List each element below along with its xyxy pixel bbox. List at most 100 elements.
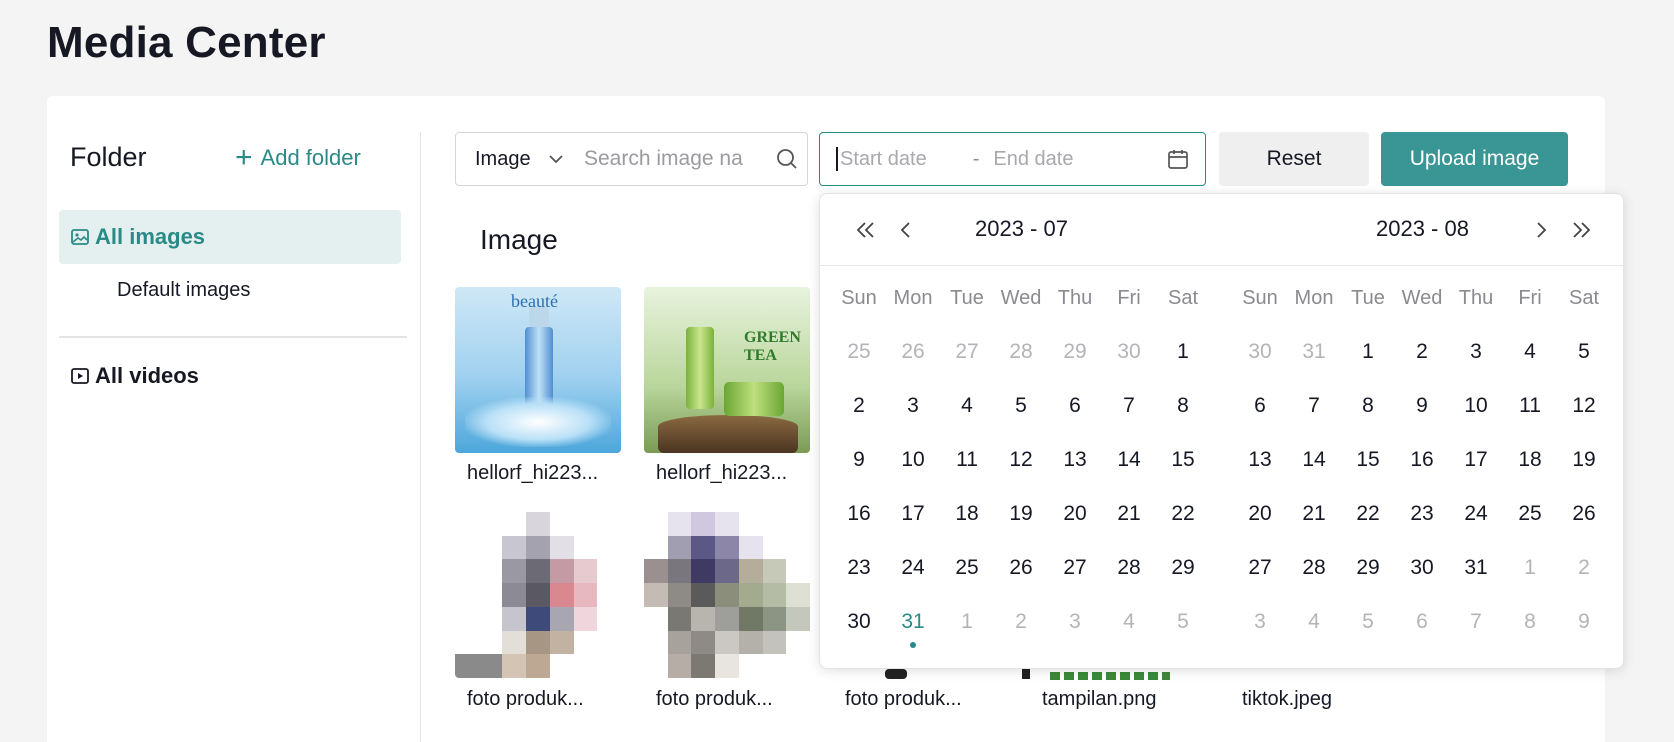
day-cell[interactable]: 19	[994, 494, 1048, 534]
day-cell[interactable]: 31	[1287, 332, 1341, 372]
day-cell[interactable]: 4	[1287, 602, 1341, 642]
day-cell[interactable]: 5	[1156, 602, 1210, 642]
day-cell[interactable]: 13	[1233, 440, 1287, 480]
day-cell[interactable]: 21	[1102, 494, 1156, 534]
day-cell[interactable]: 29	[1156, 548, 1210, 588]
sidebar-item-default-images[interactable]: Default images	[117, 279, 250, 302]
day-cell[interactable]: 31	[1449, 548, 1503, 588]
day-cell-today[interactable]: 31	[886, 602, 940, 648]
reset-button[interactable]: Reset	[1219, 132, 1369, 186]
day-cell[interactable]: 9	[1395, 386, 1449, 426]
day-cell[interactable]: 3	[886, 386, 940, 426]
day-cell[interactable]: 4	[1102, 602, 1156, 642]
day-cell[interactable]: 23	[1395, 494, 1449, 534]
day-cell[interactable]: 19	[1557, 440, 1611, 480]
day-cell[interactable]: 2	[1395, 332, 1449, 372]
day-cell[interactable]: 18	[940, 494, 994, 534]
day-cell[interactable]: 17	[886, 494, 940, 534]
day-cell[interactable]: 24	[886, 548, 940, 588]
day-cell[interactable]: 1	[1156, 332, 1210, 372]
day-cell[interactable]: 9	[1557, 602, 1611, 642]
day-cell[interactable]: 29	[1341, 548, 1395, 588]
day-cell[interactable]: 20	[1233, 494, 1287, 534]
day-cell[interactable]: 3	[1449, 332, 1503, 372]
image-thumbnail[interactable]	[644, 512, 810, 678]
day-cell[interactable]: 9	[832, 440, 886, 480]
day-cell[interactable]: 5	[1557, 332, 1611, 372]
day-cell[interactable]: 10	[1449, 386, 1503, 426]
day-cell[interactable]: 15	[1156, 440, 1210, 480]
upload-image-button[interactable]: Upload image	[1381, 132, 1568, 186]
day-cell[interactable]: 27	[940, 332, 994, 372]
image-thumbnail[interactable]: beauté	[455, 287, 621, 453]
next-year-icon[interactable]	[1565, 214, 1597, 246]
day-cell[interactable]: 8	[1341, 386, 1395, 426]
image-thumbnail[interactable]: GREEN TEA	[644, 287, 810, 453]
day-cell[interactable]: 26	[886, 332, 940, 372]
day-cell[interactable]: 25	[1503, 494, 1557, 534]
day-cell[interactable]: 2	[1557, 548, 1611, 588]
search-input[interactable]	[580, 147, 767, 171]
add-folder-button[interactable]: + Add folder	[235, 143, 361, 173]
day-cell[interactable]: 15	[1341, 440, 1395, 480]
day-cell[interactable]: 30	[1395, 548, 1449, 588]
day-cell[interactable]: 1	[1341, 332, 1395, 372]
day-cell[interactable]: 16	[832, 494, 886, 534]
prev-year-icon[interactable]	[850, 214, 882, 246]
day-cell[interactable]: 23	[832, 548, 886, 588]
day-cell[interactable]: 4	[940, 386, 994, 426]
day-cell[interactable]: 6	[1048, 386, 1102, 426]
day-cell[interactable]: 26	[1557, 494, 1611, 534]
day-cell[interactable]: 27	[1233, 548, 1287, 588]
day-cell[interactable]: 24	[1449, 494, 1503, 534]
day-cell[interactable]: 30	[832, 602, 886, 642]
day-cell[interactable]: 5	[994, 386, 1048, 426]
day-cell[interactable]: 27	[1048, 548, 1102, 588]
day-cell[interactable]: 2	[994, 602, 1048, 642]
date-range-picker[interactable]: Start date - End date	[819, 132, 1206, 186]
day-cell[interactable]: 6	[1233, 386, 1287, 426]
media-type-select[interactable]: Image	[456, 148, 580, 171]
day-cell[interactable]: 1	[1503, 548, 1557, 588]
day-cell[interactable]: 30	[1102, 332, 1156, 372]
day-cell[interactable]: 8	[1156, 386, 1210, 426]
end-date-input[interactable]: End date	[993, 148, 1073, 171]
day-cell[interactable]: 1	[940, 602, 994, 642]
day-cell[interactable]: 17	[1449, 440, 1503, 480]
day-cell[interactable]: 25	[832, 332, 886, 372]
day-cell[interactable]: 5	[1341, 602, 1395, 642]
day-cell[interactable]: 30	[1233, 332, 1287, 372]
day-cell[interactable]: 26	[994, 548, 1048, 588]
day-cell[interactable]: 3	[1048, 602, 1102, 642]
day-cell[interactable]: 21	[1287, 494, 1341, 534]
day-cell[interactable]: 22	[1156, 494, 1210, 534]
day-cell[interactable]: 16	[1395, 440, 1449, 480]
day-cell[interactable]: 29	[1048, 332, 1102, 372]
search-icon[interactable]	[767, 148, 807, 170]
next-month-icon[interactable]	[1525, 214, 1557, 246]
day-cell[interactable]: 28	[1287, 548, 1341, 588]
day-cell[interactable]: 2	[832, 386, 886, 426]
prev-month-icon[interactable]	[890, 214, 922, 246]
day-cell[interactable]: 11	[940, 440, 994, 480]
day-cell[interactable]: 28	[994, 332, 1048, 372]
day-cell[interactable]: 12	[994, 440, 1048, 480]
day-cell[interactable]: 8	[1503, 602, 1557, 642]
day-cell[interactable]: 6	[1395, 602, 1449, 642]
day-cell[interactable]: 22	[1341, 494, 1395, 534]
day-cell[interactable]: 20	[1048, 494, 1102, 534]
day-cell[interactable]: 7	[1449, 602, 1503, 642]
image-thumbnail[interactable]	[455, 512, 621, 678]
start-date-input[interactable]: Start date	[840, 148, 927, 171]
calendar-icon[interactable]	[1167, 148, 1189, 170]
day-cell[interactable]: 3	[1233, 602, 1287, 642]
day-cell[interactable]: 7	[1102, 386, 1156, 426]
day-cell[interactable]: 11	[1503, 386, 1557, 426]
sidebar-item-all-videos[interactable]: All videos	[71, 363, 199, 389]
day-cell[interactable]: 25	[940, 548, 994, 588]
day-cell[interactable]: 10	[886, 440, 940, 480]
day-cell[interactable]: 28	[1102, 548, 1156, 588]
day-cell[interactable]: 14	[1287, 440, 1341, 480]
day-cell[interactable]: 12	[1557, 386, 1611, 426]
day-cell[interactable]: 14	[1102, 440, 1156, 480]
